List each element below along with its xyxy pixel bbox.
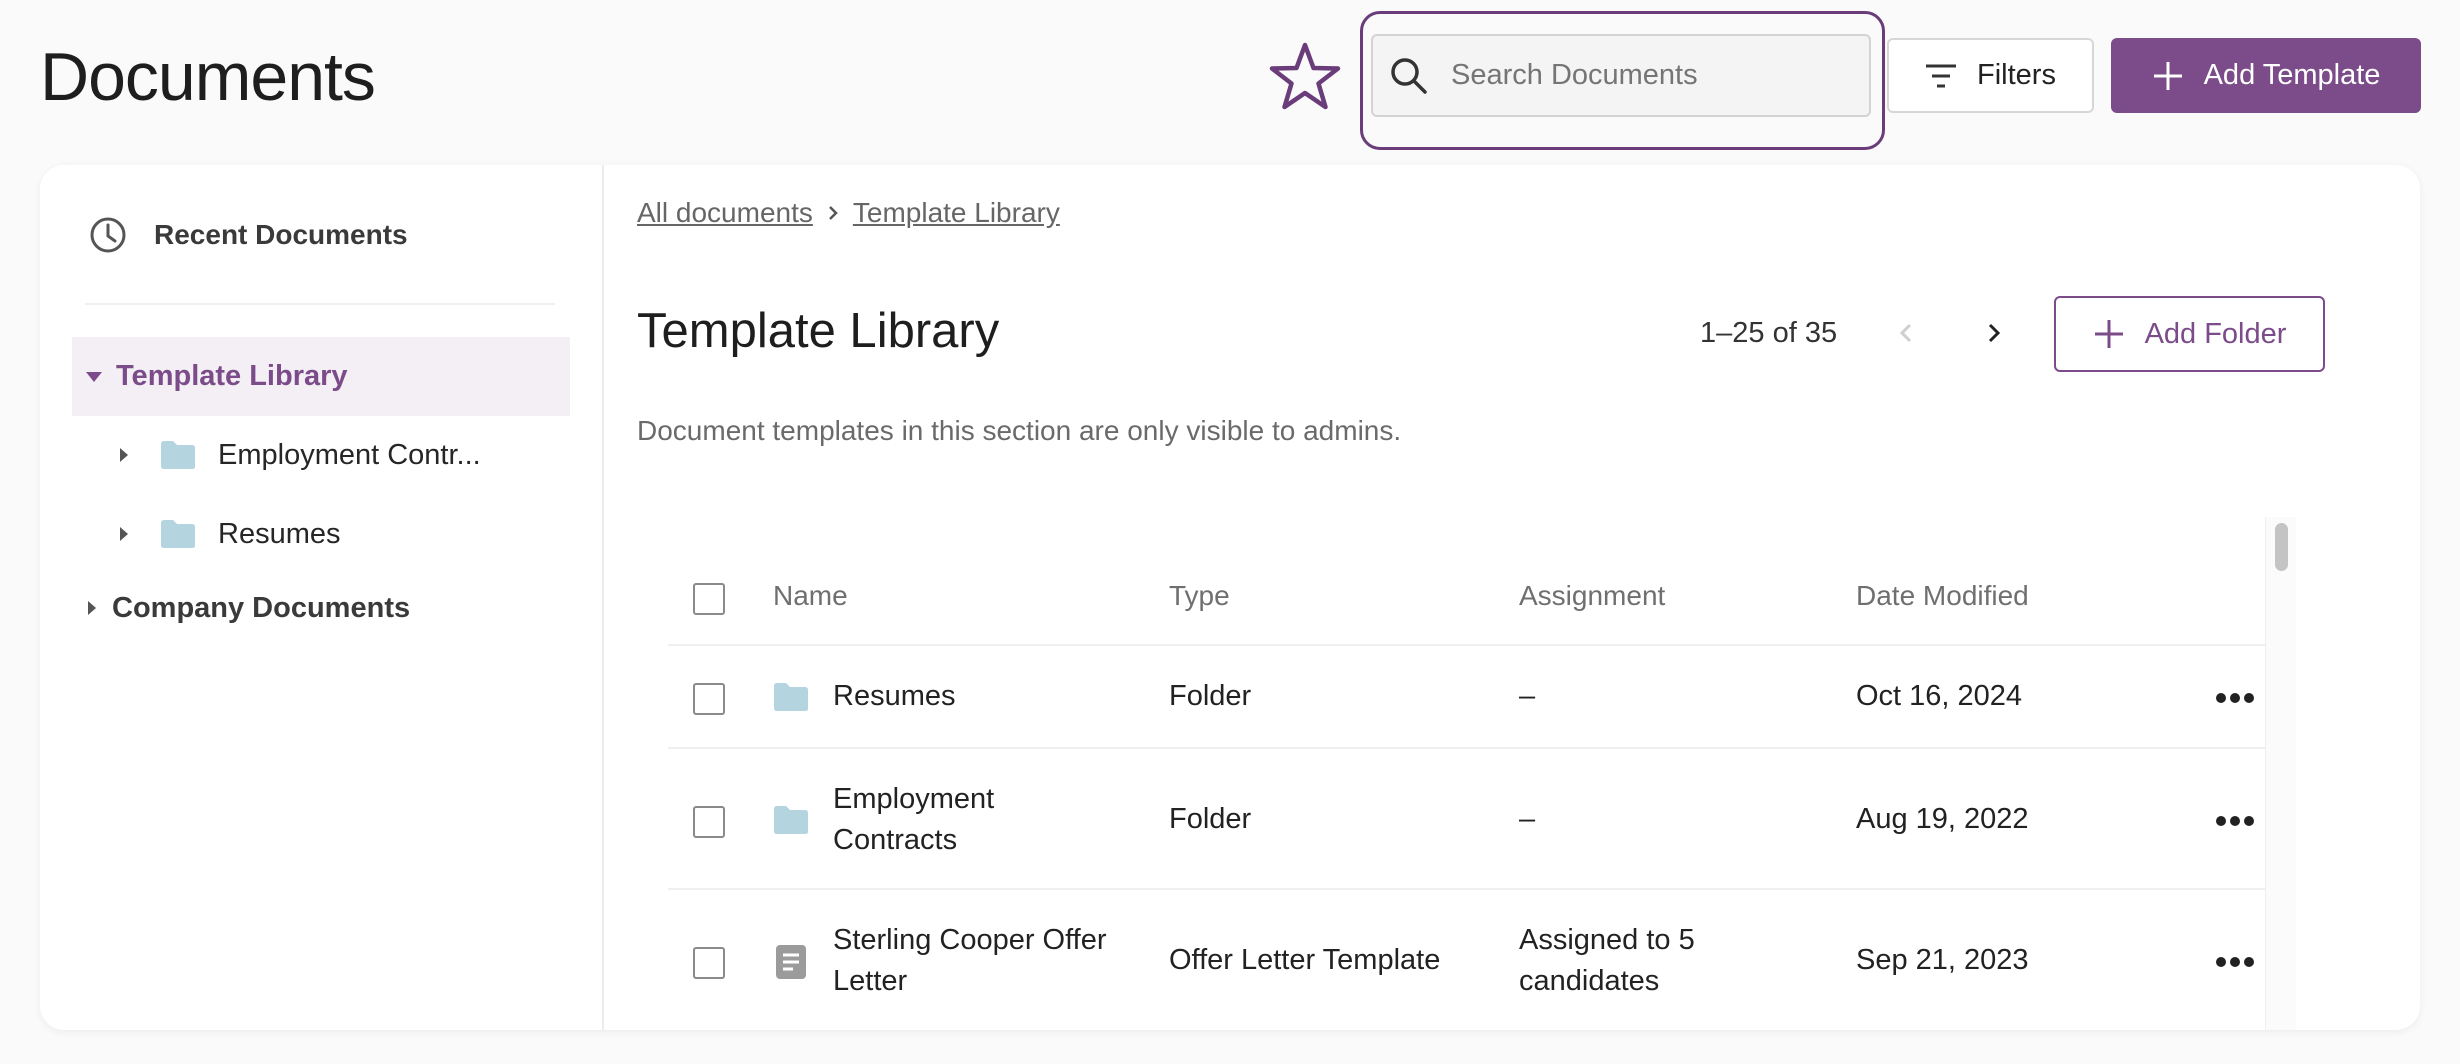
row-checkbox[interactable] (693, 806, 725, 838)
row-name-line: Sterling Cooper Offer (833, 924, 1107, 956)
row-name[interactable]: Resumes (833, 676, 956, 717)
caret-down-icon[interactable] (84, 370, 104, 384)
tree-item-resumes[interactable]: Resumes (40, 504, 341, 564)
row-date: Sep 21, 2023 (1856, 944, 2029, 976)
caret-right-icon[interactable] (118, 525, 130, 543)
sidebar-divider (85, 303, 555, 305)
filter-icon (1926, 64, 1957, 87)
add-folder-label: Add Folder (2144, 317, 2287, 350)
tree-item-label: Company Documents (112, 591, 411, 624)
more-options-icon[interactable] (2213, 952, 2257, 972)
page-title: Documents (40, 39, 376, 115)
document-icon (776, 945, 806, 979)
add-template-button[interactable]: Add Template (2111, 38, 2421, 113)
star-icon[interactable] (1268, 40, 1342, 114)
pagination-count: 1–25 of 35 (1700, 317, 1838, 349)
tree-item-label: Employment Contr... (218, 438, 481, 471)
column-header-date-modified[interactable]: Date Modified (1856, 580, 2029, 612)
section-description: Document templates in this section are o… (637, 415, 1402, 446)
tree-item-label: Resumes (218, 517, 341, 550)
search-box[interactable] (1371, 34, 1871, 117)
caret-right-icon[interactable] (118, 446, 130, 464)
more-options-icon[interactable] (2213, 688, 2257, 708)
chevron-right-icon[interactable] (1974, 313, 2014, 353)
add-template-label: Add Template (2203, 59, 2381, 91)
breadcrumb-template-library[interactable]: Template Library (853, 197, 1060, 229)
plus-icon (2153, 61, 2182, 90)
column-header-type[interactable]: Type (1169, 580, 1230, 612)
tree-item-company-documents[interactable]: Company Documents (40, 578, 410, 638)
folder-icon (161, 441, 195, 469)
row-checkbox[interactable] (693, 683, 725, 715)
row-name-line: Employment (833, 783, 995, 815)
chevron-right-icon (828, 206, 838, 220)
folder-icon (774, 806, 808, 834)
row-date: Oct 16, 2024 (1856, 680, 2023, 712)
recent-documents-link[interactable]: Recent Documents (88, 215, 408, 255)
documents-table: Name Type Assignment Date Modified Resum… (668, 517, 2296, 1030)
row-assignment-line: candidates (1519, 965, 1660, 997)
row-assignment: – (1519, 680, 1536, 712)
row-name-line: Contracts (833, 824, 958, 856)
row-checkbox[interactable] (693, 947, 725, 979)
chevron-left-icon[interactable] (1886, 313, 1926, 353)
table-scrollbar[interactable] (2265, 517, 2296, 1030)
folder-icon (774, 683, 808, 711)
tree-item-employment-contracts[interactable]: Employment Contr... (40, 425, 481, 485)
column-header-name[interactable]: Name (773, 580, 848, 612)
select-all-checkbox[interactable] (693, 583, 725, 615)
row-assignment-line: Assigned to 5 (1519, 924, 1695, 956)
plus-icon (2094, 320, 2123, 348)
table-header: Name Type Assignment Date Modified (668, 517, 2265, 646)
row-name-line: Letter (833, 965, 908, 997)
filters-label: Filters (1977, 59, 2056, 91)
scrollbar-thumb[interactable] (2275, 523, 2288, 571)
row-type: Folder (1169, 803, 1252, 835)
search-input[interactable] (1451, 59, 1841, 92)
recent-documents-label: Recent Documents (154, 219, 408, 250)
table-row[interactable]: Resumes Folder – Oct 16, 2024 (668, 646, 2265, 749)
folder-icon (161, 520, 195, 548)
breadcrumb-all-documents[interactable]: All documents (637, 197, 813, 229)
filters-button[interactable]: Filters (1887, 38, 2094, 113)
section-title: Template Library (637, 304, 1000, 358)
row-type: Offer Letter Template (1169, 944, 1441, 976)
add-folder-button[interactable]: Add Folder (2054, 296, 2325, 372)
row-name[interactable]: Employment Contracts (833, 779, 994, 861)
sidebar: Recent Documents Template Library Employ… (40, 165, 604, 1030)
breadcrumb: All documents Template Library (637, 197, 1060, 229)
clock-icon (90, 217, 126, 253)
row-assignment: – (1519, 803, 1536, 835)
search-icon (1391, 57, 1427, 94)
tree-item-label: Template Library (116, 360, 348, 392)
table-row[interactable]: Employment Contracts Folder – Aug 19, 20… (668, 749, 2265, 890)
row-assignment: Assigned to 5 candidates (1519, 920, 1695, 1002)
caret-right-icon[interactable] (86, 599, 98, 617)
row-date: Aug 19, 2022 (1856, 803, 2029, 835)
column-header-assignment[interactable]: Assignment (1519, 580, 1665, 612)
row-type: Folder (1169, 680, 1252, 712)
documents-card: Recent Documents Template Library Employ… (40, 165, 2420, 1030)
more-options-icon[interactable] (2213, 811, 2257, 831)
table-row[interactable]: Sterling Cooper Offer Letter Offer Lette… (668, 890, 2265, 1030)
row-name[interactable]: Sterling Cooper Offer Letter (833, 920, 1107, 1002)
tree-item-template-library[interactable]: Template Library (72, 337, 570, 416)
